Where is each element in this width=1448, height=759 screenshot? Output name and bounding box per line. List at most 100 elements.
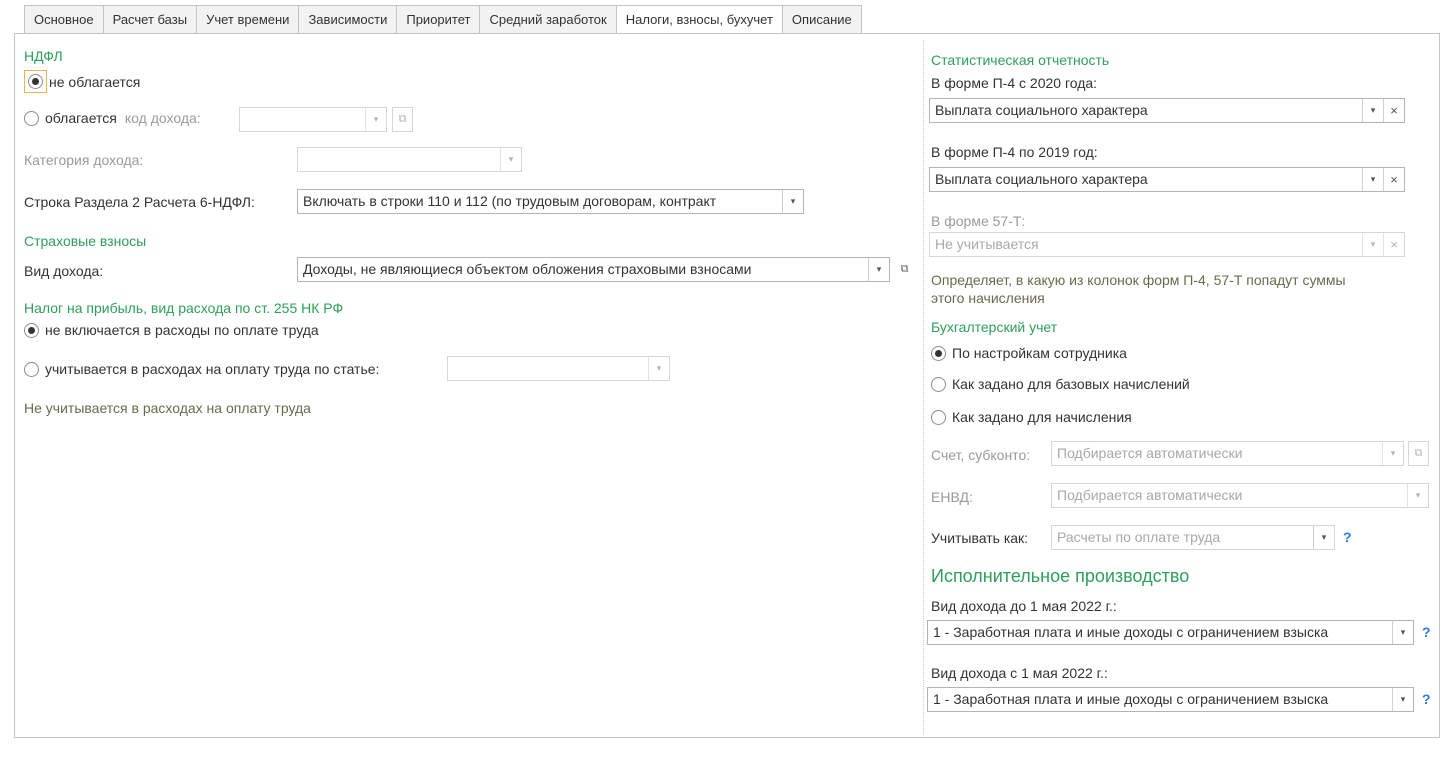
clear-icon[interactable]: × <box>1383 168 1404 191</box>
envd-value: Подбирается автоматически <box>1057 487 1243 503</box>
envd-field[interactable]: Подбирается автоматически ▾ <box>1051 483 1429 508</box>
accounting-option-accrual-radio[interactable] <box>931 409 946 425</box>
p4-2019-label: В форме П-4 по 2019 год: <box>931 144 1098 160</box>
f57-label: В форме 57-Т: <box>931 213 1026 229</box>
insurance-income-type-select[interactable]: Доходы, не являющиеся объектом обложения… <box>297 257 890 282</box>
stats-note-line1: Определяет, в какую из колонок форм П-4,… <box>931 272 1346 288</box>
accounting-title: Бухгалтерский учет <box>931 319 1058 335</box>
chevron-down-icon[interactable]: ▾ <box>1392 621 1413 644</box>
chevron-down-icon[interactable]: ▾ <box>868 258 889 281</box>
section2-value: Включать в строки 110 и 112 (по трудовым… <box>303 193 717 209</box>
accounting-option-base[interactable]: Как задано для базовых начислений <box>931 376 1190 392</box>
ndfl-not-taxed-option[interactable]: не облагается <box>24 70 140 93</box>
account-value: Подбирается автоматически <box>1057 445 1243 461</box>
tab-description[interactable]: Описание <box>781 5 862 34</box>
section2-select[interactable]: Включать в строки 110 и 112 (по трудовым… <box>297 189 804 214</box>
ndfl-not-taxed-label: не облагается <box>49 73 141 90</box>
tab-dependencies[interactable]: Зависимости <box>298 5 397 34</box>
p4-2019-value: Выплата социального характера <box>935 171 1148 187</box>
tab-taxes[interactable]: Налоги, взносы, бухучет <box>615 5 782 34</box>
open-icon[interactable]: ⧉ <box>392 107 413 132</box>
ndfl-taxed-radio[interactable] <box>24 110 39 126</box>
open-icon[interactable]: ⧉ <box>1408 441 1429 466</box>
help-icon[interactable]: ? <box>1422 624 1431 640</box>
chevron-down-icon[interactable]: ▾ <box>648 357 669 380</box>
enforcement-after-value: 1 - Заработная плата и иные доходы с огр… <box>933 691 1329 707</box>
help-icon[interactable]: ? <box>1343 529 1352 545</box>
tab-average-earnings[interactable]: Средний заработок <box>479 5 616 34</box>
income-code-field[interactable]: ▾ <box>239 107 387 132</box>
enforcement-before-label: Вид дохода до 1 мая 2022 г.: <box>931 598 1117 614</box>
not-included-label: не включается в расходы по оплате труда <box>45 322 319 338</box>
p4-2020-value: Выплата социального характера <box>935 102 1148 118</box>
f57-select[interactable]: Не учитывается ▾ × <box>929 232 1405 257</box>
not-included-option[interactable]: не включается в расходы по оплате труда <box>24 322 319 338</box>
tab-bar: Основное Расчет базы Учет времени Зависи… <box>24 5 862 34</box>
envd-label: ЕНВД: <box>931 489 973 505</box>
chevron-down-icon[interactable]: ▾ <box>1362 99 1383 122</box>
account-field[interactable]: Подбирается автоматически ▾ <box>1051 441 1404 466</box>
income-category-value <box>298 148 500 171</box>
expense-article-value <box>448 357 648 380</box>
chevron-down-icon[interactable]: ▾ <box>782 190 803 213</box>
income-code-label: код дохода: <box>124 110 201 126</box>
income-code-value <box>240 108 365 131</box>
stats-title: Статистическая отчетность <box>931 52 1110 68</box>
clear-icon[interactable]: × <box>1383 99 1404 122</box>
accounting-option-employee[interactable]: По настройкам сотрудника <box>931 345 1127 361</box>
included-option[interactable]: учитывается в расходах на оплату труда п… <box>24 361 379 377</box>
tab-priority[interactable]: Приоритет <box>396 5 480 34</box>
accounting-option-employee-label: По настройкам сотрудника <box>952 345 1127 361</box>
chevron-down-icon[interactable]: ▾ <box>500 148 521 171</box>
insurance-title: Страховые взносы <box>24 233 147 249</box>
p4-2019-select[interactable]: Выплата социального характера ▾ × <box>929 167 1405 192</box>
enforcement-before-value: 1 - Заработная плата и иные доходы с огр… <box>933 624 1329 640</box>
clear-icon[interactable]: × <box>1383 233 1404 256</box>
ndfl-taxed-label: облагается <box>45 110 117 126</box>
ndfl-title: НДФЛ <box>24 48 63 64</box>
included-label: учитывается в расходах на оплату труда п… <box>45 361 380 377</box>
p4-2020-label: В форме П-4 с 2020 года: <box>931 75 1098 91</box>
insurance-income-type-label: Вид дохода: <box>24 263 104 279</box>
chevron-down-icon[interactable]: ▾ <box>1362 168 1383 191</box>
accounting-option-base-label: Как задано для базовых начислений <box>952 376 1190 392</box>
accounting-option-accrual-label: Как задано для начисления <box>952 409 1132 425</box>
included-radio[interactable] <box>24 361 39 377</box>
ndfl-taxed-option[interactable]: облагается код дохода: <box>24 110 201 126</box>
focus-frame <box>24 70 47 93</box>
column-divider <box>923 40 924 735</box>
accounting-option-employee-radio[interactable] <box>931 345 946 361</box>
p4-2020-select[interactable]: Выплата социального характера ▾ × <box>929 98 1405 123</box>
not-included-radio[interactable] <box>24 322 39 338</box>
enforcement-title: Исполнительное производство <box>931 566 1190 586</box>
stats-note-line2: этого начисления <box>931 290 1045 306</box>
f57-value: Не учитывается <box>935 236 1039 252</box>
income-category-label: Категория дохода: <box>24 152 144 168</box>
enforcement-after-label: Вид дохода с 1 мая 2022 г.: <box>931 665 1108 681</box>
chevron-down-icon[interactable]: ▾ <box>1392 688 1413 711</box>
insurance-income-type-value: Доходы, не являющиеся объектом обложения… <box>303 261 752 277</box>
income-category-field[interactable]: ▾ <box>297 147 522 172</box>
chevron-down-icon[interactable]: ▾ <box>1313 526 1334 549</box>
account-as-label: Учитывать как: <box>931 530 1029 546</box>
accounting-option-base-radio[interactable] <box>931 376 946 392</box>
chevron-down-icon[interactable]: ▾ <box>1407 484 1428 507</box>
enforcement-after-select[interactable]: 1 - Заработная плата и иные доходы с огр… <box>927 687 1414 712</box>
help-icon[interactable]: ? <box>1422 691 1431 707</box>
enforcement-before-select[interactable]: 1 - Заработная плата и иные доходы с огр… <box>927 620 1414 645</box>
section2-label: Строка Раздела 2 Расчета 6-НДФЛ: <box>24 194 255 210</box>
tab-time-accounting[interactable]: Учет времени <box>196 5 299 34</box>
profit-tax-note: Не учитывается в расходах на оплату труд… <box>24 400 311 416</box>
tab-base-calc[interactable]: Расчет базы <box>102 5 197 34</box>
chevron-down-icon[interactable]: ▾ <box>365 108 386 131</box>
profit-tax-title: Налог на прибыль, вид расхода по ст. 255… <box>24 300 344 316</box>
chevron-down-icon[interactable]: ▾ <box>1382 442 1403 465</box>
chevron-down-icon[interactable]: ▾ <box>1362 233 1383 256</box>
open-icon[interactable]: ⧉ <box>894 257 915 282</box>
account-as-select[interactable]: Расчеты по оплате труда ▾ <box>1051 525 1335 550</box>
expense-article-field[interactable]: ▾ <box>447 356 670 381</box>
accounting-option-accrual[interactable]: Как задано для начисления <box>931 409 1132 425</box>
ndfl-not-taxed-radio[interactable] <box>28 74 43 89</box>
account-as-value: Расчеты по оплате труда <box>1057 529 1221 545</box>
tab-main[interactable]: Основное <box>24 5 103 34</box>
